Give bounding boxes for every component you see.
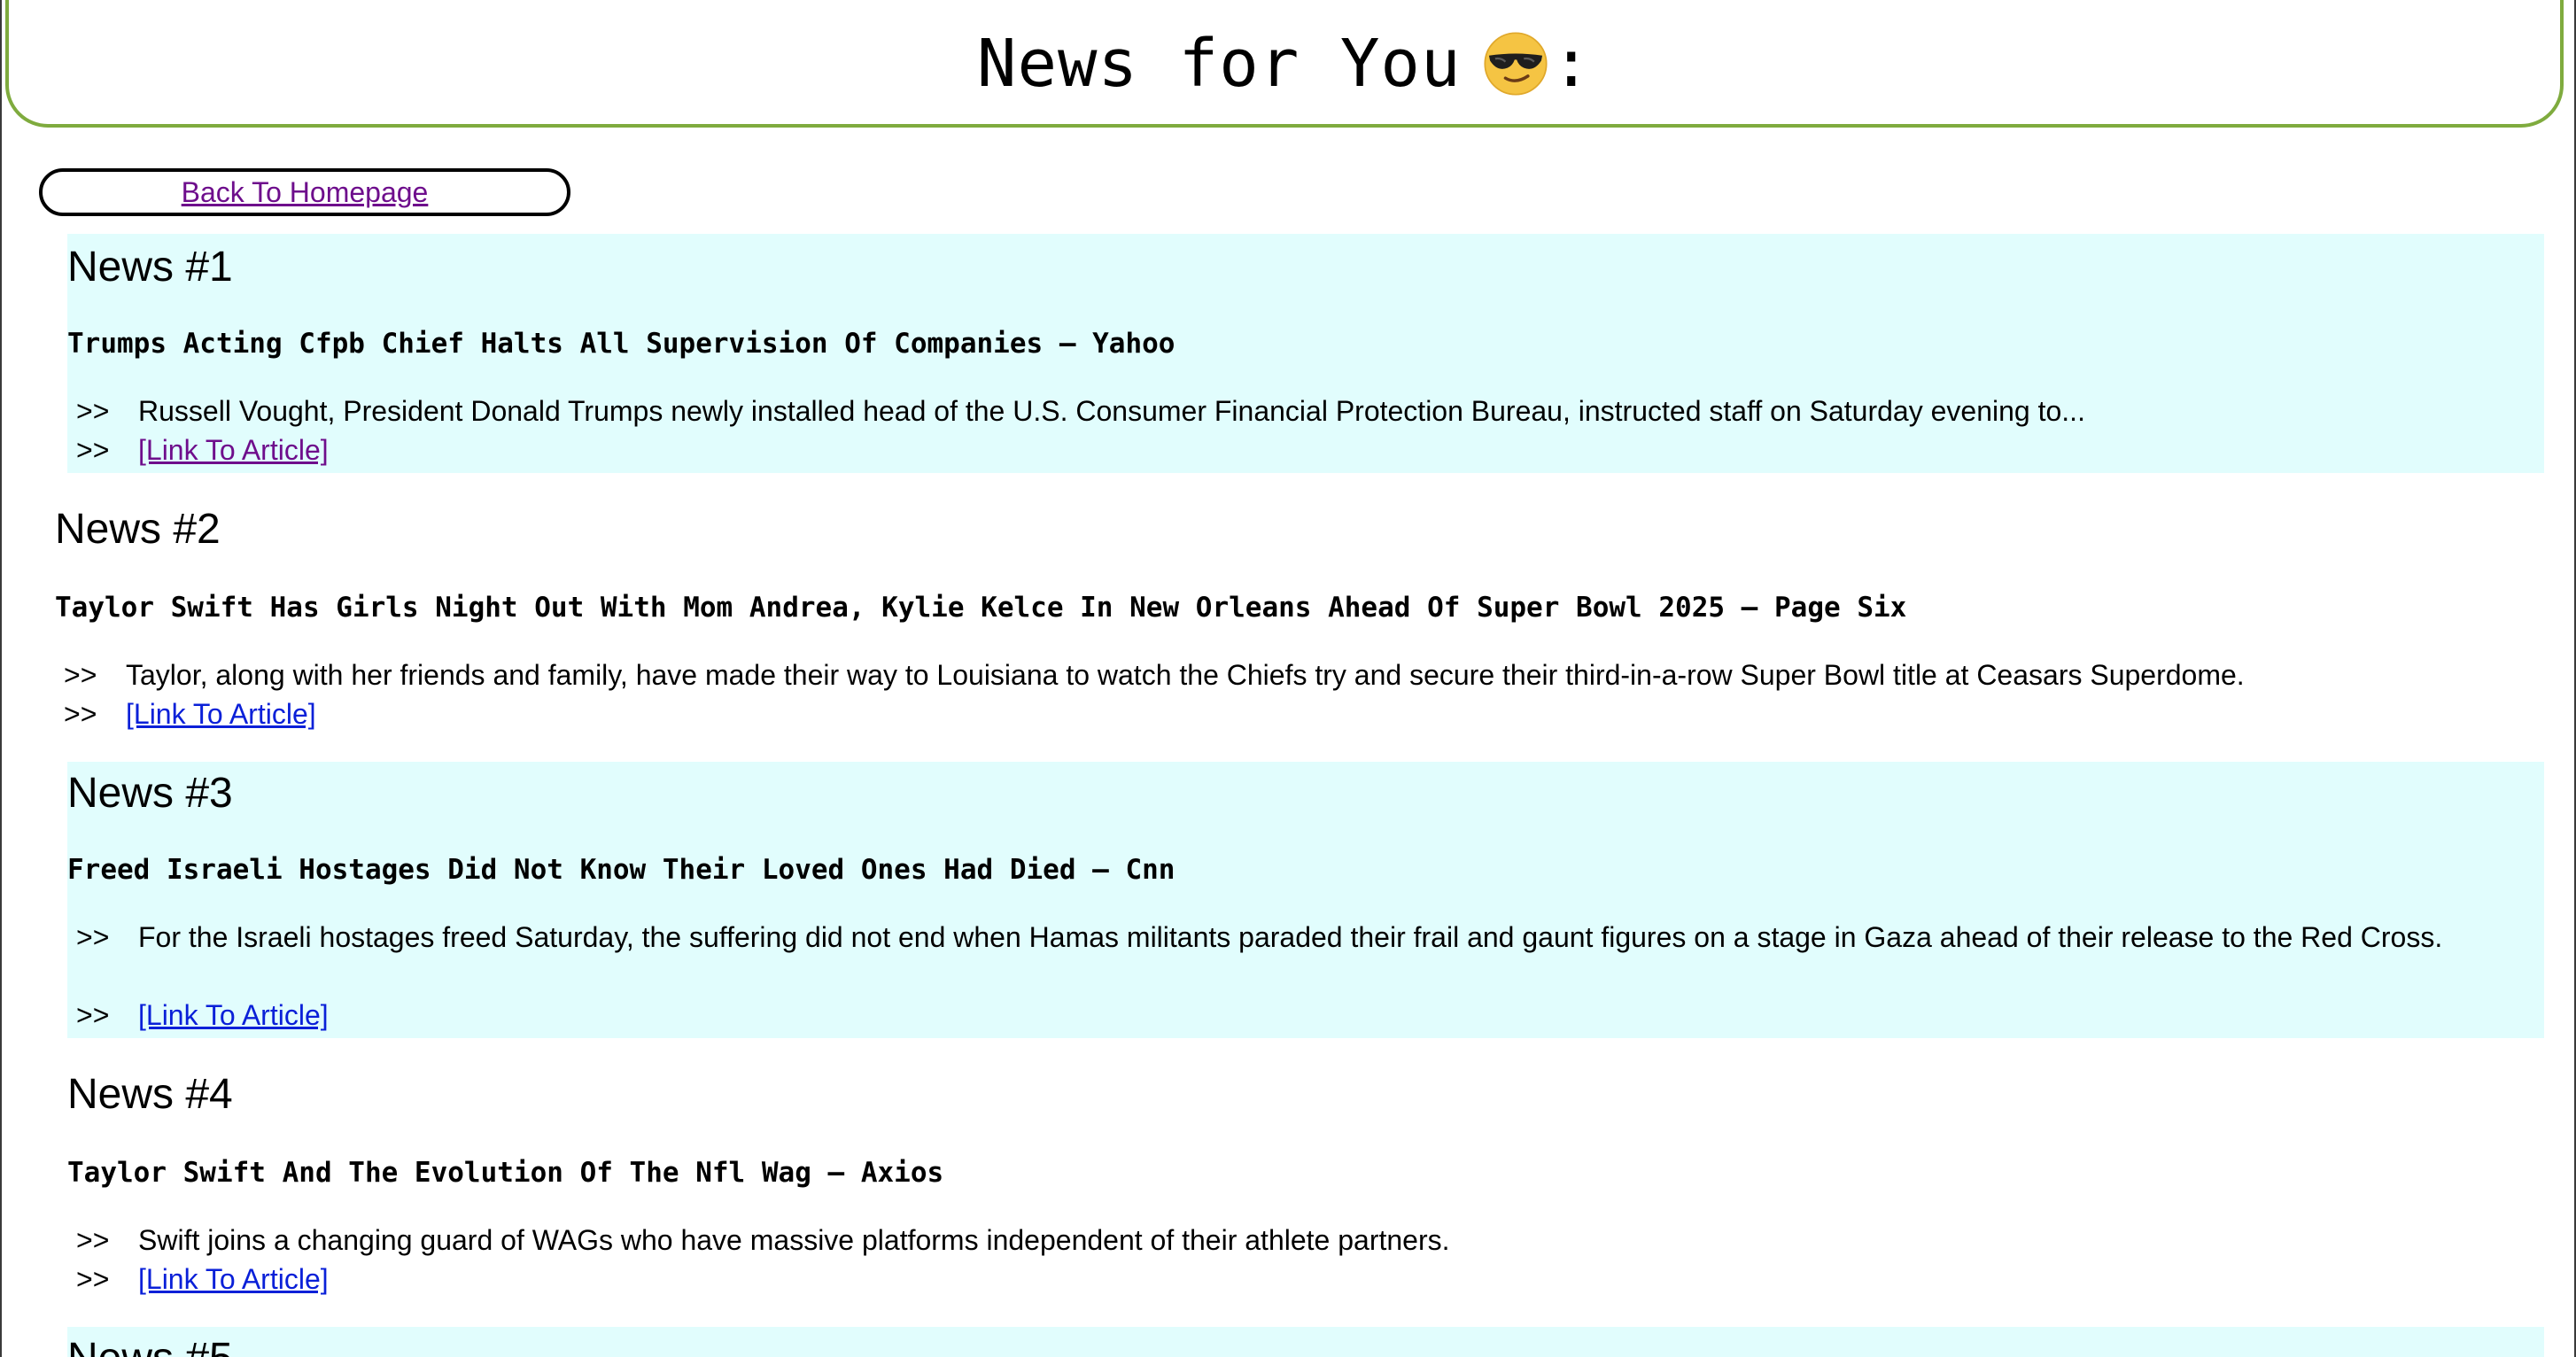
news-summary-row: >> For the Israeli hostages freed Saturd…: [76, 918, 2526, 957]
bullet-marker: >>: [76, 1263, 110, 1295]
link-to-article[interactable]: [Link To Article]: [138, 434, 329, 466]
bullet-marker: >>: [76, 1224, 110, 1256]
bullet-marker: >>: [76, 395, 110, 427]
news-item-5: News #5: [67, 1327, 2544, 1357]
page-title: News for You :: [977, 26, 1592, 102]
news-title: Trumps Acting Cfpb Chief Halts All Super…: [67, 328, 1175, 360]
bullet-marker: >>: [64, 698, 97, 730]
news-item-4: News #4 Taylor Swift And The Evolution O…: [67, 1063, 2544, 1329]
news-number: News #1: [67, 244, 233, 291]
news-link-row: >> [Link To Article]: [76, 1260, 2526, 1299]
news-summary: Swift joins a changing guard of WAGs who…: [138, 1224, 1450, 1256]
bullet-marker: >>: [76, 999, 110, 1031]
bullet-marker: >>: [76, 921, 110, 953]
news-item-2: News #2 Taylor Swift Has Girls Night Out…: [55, 498, 2544, 764]
news-summary-row: >> Taylor, along with her friends and fa…: [64, 655, 2526, 694]
link-to-article[interactable]: [Link To Article]: [126, 698, 316, 730]
news-summary: Russell Vought, President Donald Trumps …: [138, 395, 2085, 427]
news-item-3: News #3 Freed Israeli Hostages Did Not K…: [67, 762, 2544, 1038]
news-link-row: >> [Link To Article]: [76, 996, 2526, 1035]
back-to-homepage-button[interactable]: Back To Homepage: [39, 168, 570, 216]
bullet-marker: >>: [76, 434, 110, 466]
news-summary: Taylor, along with her friends and famil…: [126, 659, 2245, 691]
news-link-row: >> [Link To Article]: [76, 430, 2526, 469]
news-title: Freed Israeli Hostages Did Not Know Thei…: [67, 854, 1175, 886]
page-title-text: News for You: [976, 26, 1462, 102]
news-number: News #5: [67, 1336, 233, 1357]
bullet-marker: >>: [64, 659, 97, 691]
back-to-homepage-link[interactable]: Back To Homepage: [182, 176, 429, 208]
link-to-article[interactable]: [Link To Article]: [138, 1263, 329, 1295]
news-number: News #3: [67, 770, 233, 817]
news-number: News #2: [55, 506, 221, 553]
news-summary-row: >> Swift joins a changing guard of WAGs …: [76, 1221, 2526, 1260]
page-header: News for You :: [5, 0, 2564, 128]
news-number: News #4: [67, 1071, 233, 1118]
news-title: Taylor Swift Has Girls Night Out With Mo…: [55, 592, 1907, 624]
sunglasses-emoji-icon: [1483, 32, 1548, 96]
news-item-1: News #1 Trumps Acting Cfpb Chief Halts A…: [67, 234, 2544, 473]
link-to-article[interactable]: [Link To Article]: [138, 999, 329, 1031]
news-title: Taylor Swift And The Evolution Of The Nf…: [67, 1157, 944, 1189]
news-summary: For the Israeli hostages freed Saturday,…: [138, 921, 2443, 953]
news-summary-row: >> Russell Vought, President Donald Trum…: [76, 392, 2526, 430]
news-link-row: >> [Link To Article]: [64, 694, 2526, 733]
page-title-suffix: :: [1551, 26, 1593, 102]
